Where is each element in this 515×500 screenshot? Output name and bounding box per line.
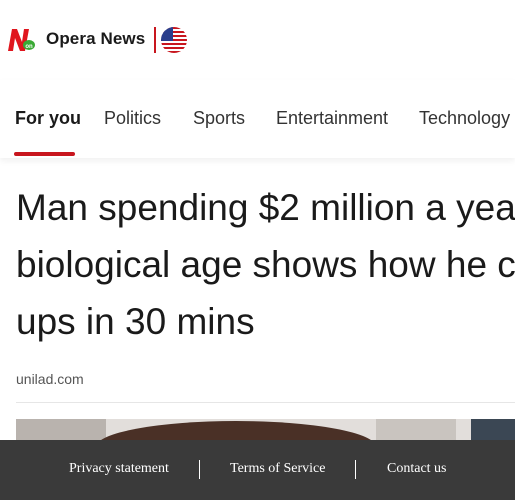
footer-separator: [199, 460, 200, 479]
svg-text:on: on: [25, 44, 33, 50]
opera-news-logo-icon[interactable]: on: [6, 27, 36, 53]
contact-us-link[interactable]: Contact us: [387, 461, 447, 477]
tab-politics[interactable]: Politics: [104, 108, 161, 129]
us-flag-icon[interactable]: [161, 27, 187, 53]
site-header: on Opera News: [0, 0, 515, 80]
category-tabs: For you Politics Sports Entertainment Te…: [0, 80, 515, 158]
site-footer: Privacy statement Terms of Service Conta…: [0, 440, 515, 500]
footer-separator: [355, 460, 356, 479]
divider: [16, 402, 515, 403]
article-title-line: biological age shows how he c: [16, 244, 515, 285]
article-title-line: Man spending $2 million a yea: [16, 187, 515, 228]
active-tab-indicator: [14, 152, 75, 156]
brand-separator: [154, 27, 156, 53]
tab-for-you[interactable]: For you: [15, 108, 81, 129]
article-title[interactable]: Man spending $2 million a yea biological…: [16, 179, 515, 350]
brand-name[interactable]: Opera News: [46, 29, 145, 49]
article-title-line: ups in 30 mins: [16, 301, 255, 342]
tab-sports[interactable]: Sports: [193, 108, 245, 129]
privacy-statement-link[interactable]: Privacy statement: [69, 461, 169, 477]
tab-entertainment[interactable]: Entertainment: [276, 108, 388, 129]
terms-of-service-link[interactable]: Terms of Service: [230, 461, 325, 477]
article-source[interactable]: unilad.com: [16, 371, 84, 387]
tab-technology[interactable]: Technology: [419, 108, 510, 129]
